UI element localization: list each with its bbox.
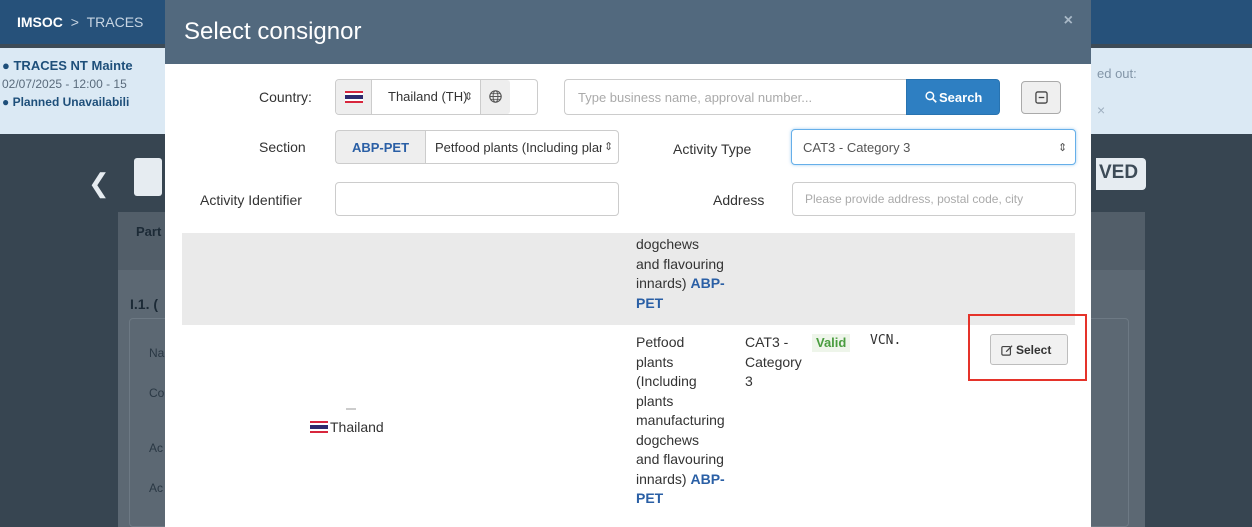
collapse-filters-button[interactable] [1021,81,1061,114]
alert-close-icon[interactable]: × [1097,102,1105,118]
redacted-mark [346,408,356,410]
chevron-updown-icon: ⇕ [602,140,614,153]
activity-identifier-input[interactable] [335,182,619,216]
section-code-addon: ABP-PET [335,130,425,164]
country-select[interactable]: Thailand (TH) ⇕ [335,79,538,115]
collapse-icon [1035,91,1048,104]
country-value: Thailand (TH) [388,89,468,104]
activity-cell: CAT3 - Category 3 [745,334,802,389]
globe-icon[interactable] [480,80,510,114]
section-code: PET [636,490,664,506]
section-label: Section [259,139,306,155]
breadcrumb-current[interactable]: TRACES [87,14,144,30]
section-code: ABP- [690,470,725,487]
close-icon[interactable]: × [1064,12,1073,30]
address-input[interactable] [792,182,1076,216]
chevron-updown-icon: ⇕ [464,91,474,103]
alert-dates: 02/07/2025 - 12:00 - 15 [2,77,127,91]
breadcrumb: IMSOC > TRACES [17,14,143,30]
breadcrumb-separator: > [70,14,79,30]
country-name: Thailand [330,419,384,435]
search-button-label: Search [939,90,983,105]
section-code: PET [636,294,664,311]
highlight-annotation [968,314,1087,381]
document-icon [134,158,162,196]
country-flag-addon [336,80,372,114]
section-select[interactable]: Petfood plants (Including plants manufac… [425,130,619,164]
search-button[interactable]: Search [906,79,1000,115]
section-cell: dogchews and flavouring innards) ABP- PE… [636,235,725,313]
modal-title: Select consignor [184,18,362,45]
status-badge: Valid [812,334,851,352]
status-badge: VED [1096,158,1146,190]
modal-header: Select consignor × [165,0,1091,64]
section-cell: Petfood plants (Including plants manufac… [636,333,725,509]
field-label: Co [149,386,165,400]
country-cell: Thailand [310,419,384,435]
thailand-flag-icon [345,91,363,103]
field-label: Ac [149,481,164,495]
activity-type-value: CAT3 - Category 3 [803,140,911,155]
field-label: Na [149,346,165,360]
alert-title-row: ● TRACES NT Mainte [2,58,133,73]
table-row [182,233,1075,325]
alert-title: TRACES NT Mainte [13,58,133,73]
address-label: Address [713,192,765,208]
section-value: Petfood plants (Including plants manufac… [435,140,607,155]
activity-type-label: Activity Type [673,141,752,157]
chevron-updown-icon: ⇕ [1058,142,1068,154]
approval-number: VCN. [870,333,902,348]
select-consignor-modal: Select consignor × Country: Thailand (TH… [165,0,1091,527]
info-icon: ● [2,58,10,73]
back-chevron-icon[interactable]: ❮ [88,168,110,199]
section-code: ABP- [690,275,725,291]
search-input[interactable] [564,79,906,115]
breadcrumb-app-name[interactable]: IMSOC [17,14,63,30]
section-heading: I.1. ( [130,296,159,312]
activity-type-select[interactable]: CAT3 - Category 3 ⇕ [791,129,1076,165]
field-label: Ac [149,441,164,455]
alert-planned-row: ● Planned Unavailabili [2,95,129,109]
search-icon [925,91,937,103]
thailand-flag-icon [310,421,328,433]
alert-planned: Planned Unavailabili [12,95,130,109]
country-label: Country: [259,89,312,105]
alert-right-text: ed out: [1097,66,1137,81]
activity-identifier-label: Activity Identifier [200,192,302,208]
tab-part[interactable]: Part [136,224,161,239]
info-icon: ● [2,95,10,109]
